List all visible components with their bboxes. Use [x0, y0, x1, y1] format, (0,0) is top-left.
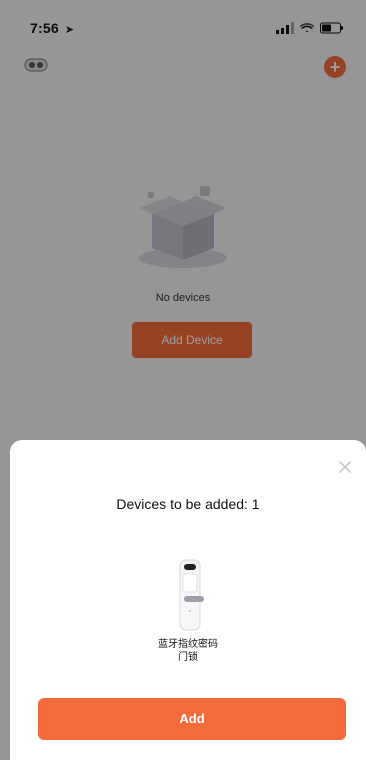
devices-to-add-sheet: Devices to be added: 1 蓝牙指纹密码 门锁 Add [10, 440, 366, 760]
close-x-icon[interactable] [336, 458, 354, 476]
add-button[interactable]: Add [38, 698, 346, 740]
device-name: 蓝牙指纹密码 门锁 [128, 638, 248, 664]
device-name-line-1: 蓝牙指纹密码 [158, 639, 218, 650]
sheet-title: Devices to be added: 1 [116, 496, 260, 512]
device-card[interactable]: 蓝牙指纹密码 门锁 [128, 558, 248, 674]
device-name-line-2: 门锁 [178, 652, 198, 663]
door-lock-icon [179, 559, 204, 631]
